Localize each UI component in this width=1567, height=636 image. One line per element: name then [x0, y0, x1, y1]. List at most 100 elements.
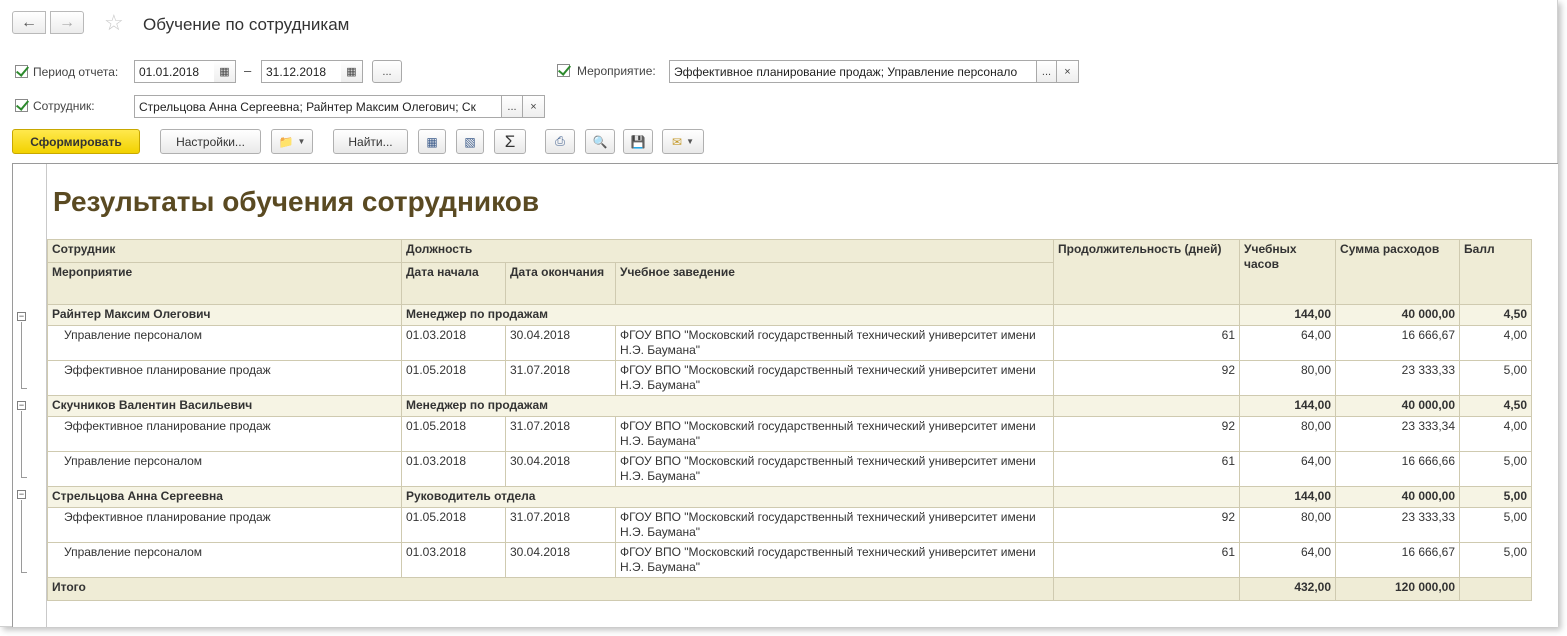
header-position: Должность [400, 239, 1055, 263]
employee-label: Сотрудник: [33, 99, 95, 113]
date-from-calendar-button[interactable]: ▦ [214, 60, 236, 83]
save-button[interactable]: 💾 [623, 129, 653, 154]
row-hours: 64,00 [1239, 451, 1337, 487]
back-button[interactable]: ← [12, 11, 46, 34]
total-score [1459, 577, 1533, 601]
row-duration: 61 [1053, 542, 1241, 578]
row-end-date: 31.07.2018 [505, 360, 616, 396]
arrow-left-icon: ← [21, 13, 37, 31]
table-row[interactable]: Эффективное планирование продаж 01.05.201… [47, 416, 1533, 452]
group-hours: 144,00 [1239, 395, 1337, 417]
row-institution: ФГОУ ВПО "Московский государственный тех… [614, 507, 1055, 543]
collapse-group-2-icon[interactable]: − [17, 401, 26, 410]
table-row[interactable]: Управление персоналом 01.03.2018 30.04.201… [47, 542, 1533, 578]
group-position: Менеджер по продажам [400, 304, 1055, 326]
employee-clear-button[interactable]: × [523, 95, 545, 118]
row-institution: ФГОУ ВПО "Московский государственный тех… [614, 451, 1055, 487]
group-row[interactable]: Скучников Валентин Васильевич Менеджер по… [47, 395, 1533, 417]
group-employee-name: Скучников Валентин Васильевич [47, 395, 402, 417]
row-end-date: 31.07.2018 [505, 507, 616, 543]
collapse-group-1-icon[interactable]: − [17, 312, 26, 321]
row-event: Управление персоналом [47, 451, 402, 487]
row-start-date: 01.03.2018 [401, 542, 506, 578]
sum-button[interactable]: Σ [494, 129, 526, 154]
group-row[interactable]: Райнтер Максим Олегович Менеджер по прода… [47, 304, 1533, 326]
report-title: Результаты обучения сотрудников [53, 186, 540, 217]
event-checkbox[interactable] [557, 64, 570, 77]
header-employee: Сотрудник [47, 239, 402, 263]
header-cost: Сумма расходов [1335, 239, 1461, 305]
chevron-down-icon: ▼ [686, 137, 694, 146]
report-window: ← → ☆ Обучение по сотрудникам Период отч… [0, 0, 1558, 627]
folder-icon: 📁 [278, 134, 294, 149]
period-checkbox[interactable] [15, 65, 28, 78]
send-dropdown-button[interactable]: ✉ ▼ [662, 129, 704, 154]
date-range-dash: – [244, 63, 252, 78]
row-cost: 16 666,67 [1335, 542, 1461, 578]
preview-icon: 🔍 [592, 134, 608, 149]
date-from-value: 01.01.2018 [139, 65, 200, 79]
group-row[interactable]: Стрельцова Анна Сергеевна Руководитель от… [47, 486, 1533, 508]
grid-icon: ▦ [426, 134, 438, 149]
group-score: 4,50 [1459, 395, 1533, 417]
generate-button[interactable]: Сформировать [12, 129, 140, 154]
event-field[interactable]: Эффективное планирование продаж; Управле… [669, 60, 1037, 83]
row-duration: 92 [1053, 416, 1241, 452]
row-start-date: 01.05.2018 [401, 507, 506, 543]
row-start-date: 01.03.2018 [401, 325, 506, 361]
row-score: 5,00 [1459, 542, 1533, 578]
group-employee-name: Райнтер Максим Олегович [47, 304, 402, 326]
event-clear-button[interactable]: × [1057, 60, 1079, 83]
variants-dropdown-button[interactable]: 📁 ▼ [271, 129, 313, 154]
period-choose-button[interactable]: ... [372, 60, 402, 83]
forward-button[interactable]: → [50, 11, 84, 34]
row-end-date: 30.04.2018 [505, 451, 616, 487]
event-label: Мероприятие: [577, 64, 656, 78]
table-row[interactable]: Эффективное планирование продаж 01.05.201… [47, 360, 1533, 396]
row-institution: ФГОУ ВПО "Московский государственный тех… [614, 325, 1055, 361]
row-institution: ФГОУ ВПО "Московский государственный тех… [614, 416, 1055, 452]
row-duration: 61 [1053, 451, 1241, 487]
expand-groups-button[interactable]: ▦ [418, 129, 446, 154]
report-table: Сотрудник Должность Продолжительность (д… [46, 239, 1533, 601]
date-to-calendar-button[interactable]: ▦ [341, 60, 363, 83]
header-event: Мероприятие [47, 262, 402, 305]
group-position: Руководитель отдела [400, 486, 1055, 508]
header-institution: Учебное заведение [614, 262, 1055, 305]
collapse-groups-button[interactable]: ▧ [456, 129, 484, 154]
employee-checkbox[interactable] [15, 99, 28, 112]
group-cost: 40 000,00 [1335, 486, 1461, 508]
row-start-date: 01.03.2018 [401, 451, 506, 487]
group-score: 5,00 [1459, 486, 1533, 508]
calendar-icon: ▦ [219, 66, 230, 78]
row-start-date: 01.05.2018 [401, 360, 506, 396]
preview-button[interactable]: 🔍 [585, 129, 615, 154]
table-row[interactable]: Эффективное планирование продаж 01.05.201… [47, 507, 1533, 543]
header-hours: Учебных часов [1239, 239, 1337, 305]
row-score: 5,00 [1459, 507, 1533, 543]
collapse-group-3-icon[interactable]: − [17, 490, 26, 499]
group-cost: 40 000,00 [1335, 395, 1461, 417]
total-duration [1053, 577, 1241, 601]
table-row[interactable]: Управление персоналом 01.03.2018 30.04.201… [47, 451, 1533, 487]
row-start-date: 01.05.2018 [401, 416, 506, 452]
envelope-icon: ✉ [672, 134, 683, 149]
employee-field[interactable]: Стрельцова Анна Сергеевна; Райнтер Макси… [134, 95, 502, 118]
event-choose-button[interactable]: ... [1036, 60, 1057, 83]
total-label: Итого [46, 577, 1055, 601]
calendar-icon: ▦ [346, 66, 357, 78]
row-cost: 16 666,66 [1335, 451, 1461, 487]
row-institution: ФГОУ ВПО "Московский государственный тех… [614, 542, 1055, 578]
find-button[interactable]: Найти... [333, 129, 408, 154]
group-duration [1053, 395, 1241, 417]
window-title: Обучение по сотрудникам [143, 15, 350, 34]
star-icon[interactable]: ☆ [104, 10, 124, 36]
settings-button[interactable]: Настройки... [160, 129, 261, 154]
group-employee-name: Стрельцова Анна Сергеевна [47, 486, 402, 508]
table-row[interactable]: Управление персоналом 01.03.2018 30.04.201… [47, 325, 1533, 361]
report-area[interactable]: − − − Результаты обучения сотрудников Со… [12, 163, 1558, 627]
row-cost: 23 333,34 [1335, 416, 1461, 452]
print-button[interactable]: ⎙ [545, 129, 575, 154]
group-duration [1053, 304, 1241, 326]
employee-choose-button[interactable]: ... [501, 95, 523, 118]
